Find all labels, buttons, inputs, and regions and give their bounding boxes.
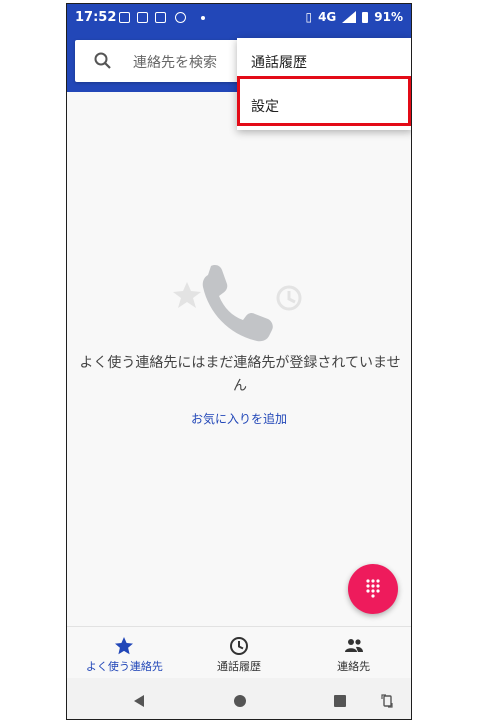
search-icon bbox=[94, 52, 111, 69]
star-icon bbox=[173, 282, 201, 308]
battery-icon bbox=[362, 11, 369, 23]
menu-item-label: 通話履歴 bbox=[251, 55, 307, 71]
dialpad-icon bbox=[366, 579, 380, 598]
tab-call-history-label: 通話履歴 bbox=[217, 660, 261, 673]
tab-call-history[interactable]: 通話履歴 bbox=[182, 627, 297, 678]
back-icon[interactable] bbox=[132, 694, 146, 708]
home-icon[interactable] bbox=[233, 694, 247, 708]
tab-contacts-label: 連絡先 bbox=[337, 660, 371, 673]
notification-icon bbox=[137, 12, 148, 23]
add-favorite-link[interactable]: お気に入りを追加 bbox=[67, 410, 411, 427]
notification-icon bbox=[175, 12, 186, 23]
settings-highlight-box bbox=[237, 76, 411, 126]
tab-contacts[interactable]: 連絡先 bbox=[296, 627, 411, 678]
people-icon bbox=[344, 639, 363, 652]
rotate-icon[interactable] bbox=[380, 693, 394, 709]
battery-percent: 91% bbox=[374, 10, 403, 24]
bottom-navigation: よく使う連絡先 通話履歴 連絡先 bbox=[67, 626, 411, 678]
notification-icon bbox=[155, 12, 166, 23]
empty-message: よく使う連絡先にはまだ連絡先が登録されていません bbox=[79, 355, 401, 394]
search-placeholder: 連絡先を検索 bbox=[133, 55, 217, 71]
tab-favorites[interactable]: よく使う連絡先 bbox=[67, 627, 182, 678]
recents-icon[interactable] bbox=[333, 694, 347, 708]
tab-favorites-label: よく使う連絡先 bbox=[85, 660, 163, 673]
more-notifications-dot bbox=[201, 16, 205, 20]
phone-icon bbox=[202, 265, 273, 342]
dialpad-button[interactable] bbox=[348, 564, 398, 614]
system-navigation-bar bbox=[67, 678, 411, 719]
favorites-content: よく使う連絡先にはまだ連絡先が登録されていません お気に入りを追加 bbox=[67, 92, 411, 626]
clock-icon bbox=[230, 637, 248, 655]
status-time: 17:52 bbox=[75, 10, 117, 25]
empty-favorites-illustration bbox=[173, 265, 302, 342]
notification-icon bbox=[119, 12, 130, 23]
star-icon bbox=[115, 637, 134, 655]
vibrate-icon: ▯ bbox=[305, 10, 313, 24]
network-label: 4G bbox=[318, 10, 337, 24]
status-bar: 17:52 ▯ 4G 91% bbox=[67, 4, 411, 32]
signal-icon bbox=[342, 11, 357, 23]
